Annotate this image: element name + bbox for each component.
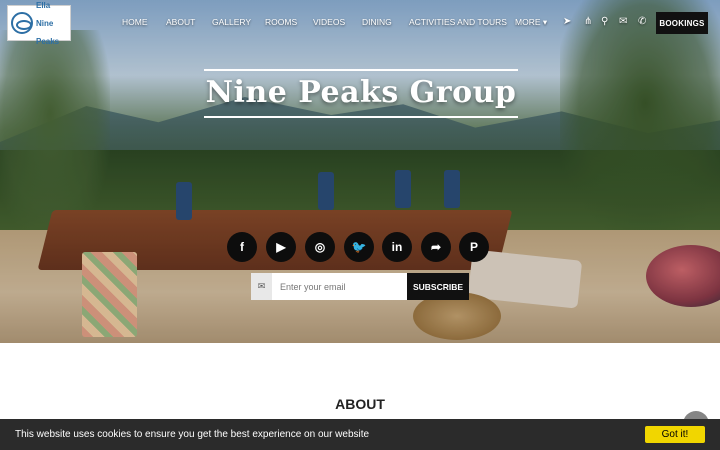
- share-icon[interactable]: ➦: [421, 232, 451, 262]
- phone-icon[interactable]: ✆: [638, 16, 646, 27]
- instagram-icon[interactable]: ◎: [305, 232, 335, 262]
- subscribe-form: ✉ SUBSCRIBE: [251, 273, 469, 300]
- nav-home[interactable]: HOME: [122, 17, 148, 27]
- twitter-icon[interactable]: 🐦: [344, 232, 374, 262]
- logo-line-3: Peaks: [36, 36, 60, 46]
- logo-mark-icon: [11, 12, 33, 34]
- hero-title: Nine Peaks Group: [205, 75, 517, 110]
- nav-videos[interactable]: VIDEOS: [313, 17, 345, 27]
- envelope-icon: ✉: [251, 273, 272, 300]
- share-icon[interactable]: ⋔: [584, 16, 592, 27]
- bookings-button[interactable]: BOOKINGS: [656, 12, 708, 34]
- facebook-icon[interactable]: f: [227, 232, 257, 262]
- cookie-accept-button[interactable]: Got it!: [645, 426, 705, 443]
- nav-gallery[interactable]: GALLERY: [212, 17, 251, 27]
- nav-activities-and-tours[interactable]: ACTIVITIES AND TOURS: [409, 17, 507, 27]
- search-icon[interactable]: ⚲: [601, 16, 608, 27]
- cookie-banner: This website uses cookies to ensure you …: [0, 419, 720, 450]
- nav-rooms[interactable]: ROOMS: [265, 17, 297, 27]
- navigation-arrow-icon[interactable]: ➤: [563, 16, 571, 27]
- hero-title-frame: Nine Peaks Group: [204, 69, 518, 118]
- email-input[interactable]: [272, 273, 407, 300]
- youtube-icon[interactable]: ▶: [266, 232, 296, 262]
- nav-more[interactable]: MORE ▾: [515, 17, 547, 28]
- nav-dining[interactable]: DINING: [362, 17, 392, 27]
- logo-line-1: Ella: [36, 0, 51, 10]
- nav-about[interactable]: ABOUT: [166, 17, 195, 27]
- envelope-icon[interactable]: ✉: [619, 16, 627, 27]
- cookie-message: This website uses cookies to ensure you …: [15, 429, 370, 440]
- pinterest-icon[interactable]: P: [459, 232, 489, 262]
- about-heading: ABOUT: [335, 396, 385, 412]
- subscribe-button[interactable]: SUBSCRIBE: [407, 273, 469, 300]
- site-logo[interactable]: Ella Nine Peaks: [7, 1, 71, 46]
- logo-text: Ella Nine Peaks: [36, 0, 59, 55]
- linkedin-icon[interactable]: in: [382, 232, 412, 262]
- logo-line-2: Nine: [36, 18, 54, 28]
